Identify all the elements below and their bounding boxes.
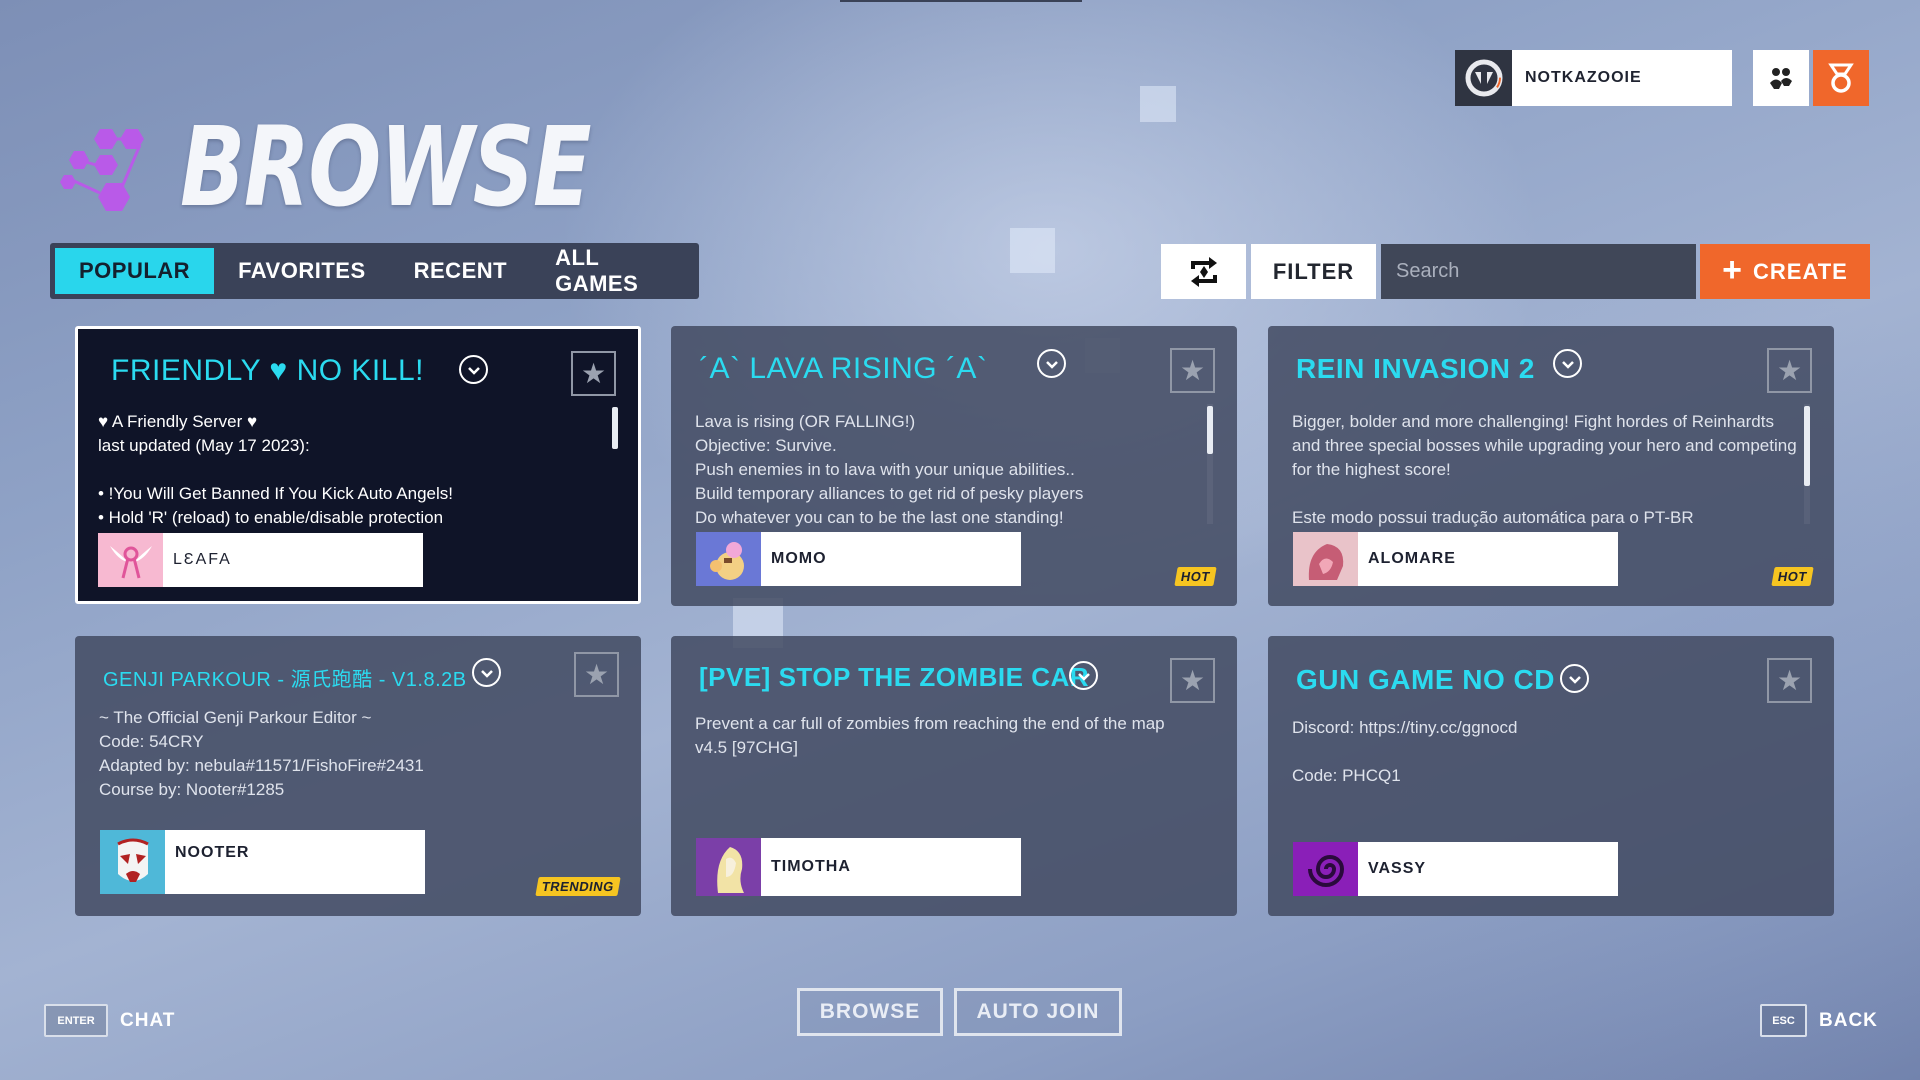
tab-favorites[interactable]: FAVORITES xyxy=(214,248,390,294)
card-description: Lava is rising (OR FALLING!) Objective: … xyxy=(695,412,1084,527)
create-button[interactable]: + CREATE xyxy=(1700,244,1870,299)
hot-badge: HOT xyxy=(1174,567,1217,586)
trending-badge: TRENDING xyxy=(535,877,621,896)
hot-badge: HOT xyxy=(1771,567,1814,586)
browse-hex-icon xyxy=(60,129,144,211)
auto-join-button[interactable]: AUTO JOIN xyxy=(954,988,1122,1036)
author-name: ALOMARE xyxy=(1368,550,1456,567)
game-card[interactable]: REIN INVASION 2 ★ Bigger, bolder and mor… xyxy=(1268,326,1834,606)
create-label: CREATE xyxy=(1753,258,1848,284)
author-badge: ALOMARE xyxy=(1293,532,1618,586)
card-description: Prevent a car full of zombies from reach… xyxy=(695,714,1165,757)
tab-recent[interactable]: RECENT xyxy=(390,248,531,294)
avatar xyxy=(696,838,761,896)
avatar xyxy=(1293,532,1358,586)
chevron-down-icon[interactable] xyxy=(459,355,488,384)
card-title: REIN INVASION 2 xyxy=(1296,353,1535,384)
social-button[interactable] xyxy=(1753,50,1809,106)
plus-icon: + xyxy=(1722,251,1744,289)
chevron-down-icon[interactable] xyxy=(1560,664,1589,693)
card-title: ´A` LAVA RISING ´A` xyxy=(699,352,988,385)
game-card[interactable]: GENJI PARKOUR - 源氏跑酷 - V1.8.2B ★ ~ The O… xyxy=(75,636,641,916)
tab-popular[interactable]: POPULAR xyxy=(55,248,215,294)
favorite-button[interactable]: ★ xyxy=(1767,658,1812,703)
decor-square xyxy=(1010,228,1055,273)
star-icon: ★ xyxy=(583,658,610,690)
card-description: Discord: https://tiny.cc/ggnocd Code: PH… xyxy=(1292,718,1518,785)
favorite-button[interactable]: ★ xyxy=(1170,658,1215,703)
author-badge: NOOTER xyxy=(100,830,425,894)
favorite-button[interactable]: ★ xyxy=(571,351,616,396)
browse-button[interactable]: BROWSE xyxy=(797,988,943,1036)
author-badge: VASSY xyxy=(1293,842,1618,896)
back-hint[interactable]: ESC BACK xyxy=(1760,1004,1878,1037)
enter-key: ENTER xyxy=(44,1004,108,1037)
star-icon: ★ xyxy=(1179,664,1206,696)
author-name: NOOTER xyxy=(175,844,250,861)
decor-square xyxy=(1140,86,1176,122)
tab-all-games[interactable]: ALL GAMES xyxy=(531,245,699,296)
overwatch-logo-icon xyxy=(1455,50,1512,106)
reward-button[interactable] xyxy=(1813,50,1869,106)
avatar xyxy=(100,830,165,894)
scrollbar[interactable] xyxy=(1804,406,1810,486)
author-name: VASSY xyxy=(1368,860,1427,877)
author-badge: TIMOTHA xyxy=(696,838,1021,896)
social-icon xyxy=(1770,68,1792,89)
game-card[interactable]: FRIENDLY ♥ NO KILL! ★ ♥ A Friendly Serve… xyxy=(75,326,641,604)
star-icon: ★ xyxy=(1776,354,1803,386)
filter-button[interactable]: FILTER xyxy=(1251,244,1376,299)
page-title: BROWSE xyxy=(180,103,592,231)
refresh-button[interactable] xyxy=(1161,244,1246,299)
author-name: TIMOTHA xyxy=(771,858,851,875)
favorite-button[interactable]: ★ xyxy=(574,652,619,697)
card-title: GENJI PARKOUR - 源氏跑酷 - V1.8.2B xyxy=(103,669,467,691)
card-title: [PVE] STOP THE ZOMBIE CAR xyxy=(699,662,1090,692)
favorite-button[interactable]: ★ xyxy=(1767,348,1812,393)
star-icon: ★ xyxy=(1776,664,1803,696)
chat-label: CHAT xyxy=(120,1009,176,1031)
game-card[interactable]: [PVE] STOP THE ZOMBIE CAR ★ Prevent a ca… xyxy=(671,636,1237,916)
esc-key: ESC xyxy=(1760,1004,1807,1037)
star-icon: ★ xyxy=(1179,354,1206,386)
author-name: MOMO xyxy=(771,550,827,567)
game-card[interactable]: GUN GAME NO CD ★ Discord: https://tiny.c… xyxy=(1268,636,1834,916)
card-description: Bigger, bolder and more challenging! Fig… xyxy=(1292,412,1797,527)
swap-refresh-icon xyxy=(1190,256,1217,287)
card-title: GUN GAME NO CD xyxy=(1296,664,1555,695)
favorite-button[interactable]: ★ xyxy=(1170,348,1215,393)
scrollbar[interactable] xyxy=(1207,406,1213,454)
browse-tabs: POPULAR FAVORITES RECENT ALL GAMES xyxy=(50,243,699,299)
chevron-down-icon[interactable] xyxy=(1069,661,1098,690)
chevron-down-icon[interactable] xyxy=(472,658,501,687)
scrollbar[interactable] xyxy=(612,407,618,449)
chat-hint[interactable]: ENTER CHAT xyxy=(44,1004,175,1037)
card-description: ♥ A Friendly Server ♥ last updated (May … xyxy=(98,412,453,527)
chevron-down-icon[interactable] xyxy=(1037,349,1066,378)
avatar xyxy=(696,532,761,586)
username-label: NOTKAZOOIE xyxy=(1512,50,1732,106)
back-label: BACK xyxy=(1819,1009,1878,1031)
author-badge: MOMO xyxy=(696,532,1021,586)
user-profile-bar[interactable]: NOTKAZOOIE xyxy=(1455,50,1732,106)
search-input[interactable] xyxy=(1381,244,1696,299)
card-title: FRIENDLY ♥ NO KILL! xyxy=(111,354,424,387)
author-badge: LƐAFA xyxy=(98,533,423,587)
top-divider xyxy=(840,0,1082,2)
chevron-down-icon[interactable] xyxy=(1553,349,1582,378)
star-icon: ★ xyxy=(580,357,607,389)
avatar xyxy=(1293,842,1358,896)
avatar xyxy=(98,533,163,587)
author-name: LƐAFA xyxy=(173,551,232,568)
game-card[interactable]: ´A` LAVA RISING ´A` ★ Lava is rising (OR… xyxy=(671,326,1237,606)
card-description: ~ The Official Genji Parkour Editor ~ Co… xyxy=(99,708,424,799)
reward-medal-icon xyxy=(1828,63,1854,93)
